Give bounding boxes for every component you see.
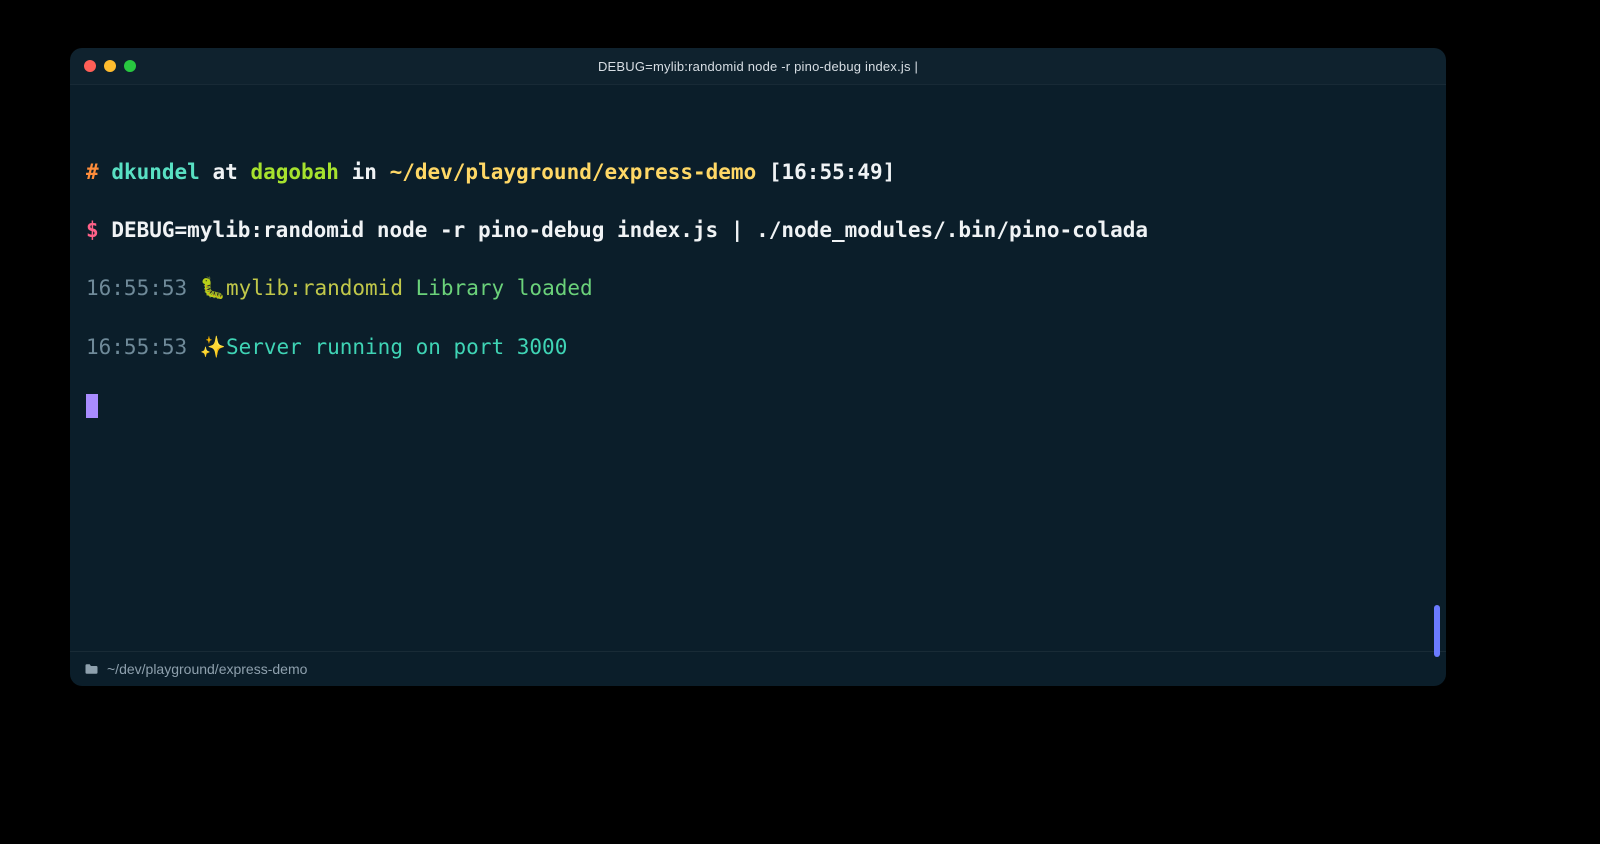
log-message: Server running on port 3000 — [226, 335, 567, 359]
prompt-dollar: $ — [86, 218, 99, 242]
prompt-host: dagobah — [250, 160, 339, 184]
terminal-body[interactable]: # dkundel at dagobah in ~/dev/playground… — [70, 85, 1446, 651]
log-line: 16:55:53 🐛mylib:randomid Library loaded — [86, 274, 1430, 304]
prompt-time: [16:55:49] — [769, 160, 895, 184]
close-icon[interactable] — [84, 60, 96, 72]
log-timestamp: 16:55:53 — [86, 276, 187, 300]
scrollbar-thumb[interactable] — [1434, 605, 1440, 657]
prompt-path: ~/dev/playground/express-demo — [390, 160, 757, 184]
folder-icon — [84, 663, 99, 675]
cursor[interactable] — [86, 394, 98, 418]
window-title: DEBUG=mylib:randomid node -r pino-debug … — [70, 59, 1446, 74]
prompt-in: in — [352, 160, 377, 184]
log-tag: mylib:randomid — [226, 276, 403, 300]
prompt-hash: # — [86, 160, 99, 184]
prompt-at: at — [212, 160, 237, 184]
traffic-lights — [70, 60, 136, 72]
log-timestamp: 16:55:53 — [86, 335, 187, 359]
log-line: 16:55:53 ✨Server running on port 3000 — [86, 333, 1430, 363]
statusbar: ~/dev/playground/express-demo — [70, 651, 1446, 686]
titlebar[interactable]: DEBUG=mylib:randomid node -r pino-debug … — [70, 48, 1446, 85]
prompt-user: dkundel — [111, 160, 200, 184]
terminal-window: DEBUG=mylib:randomid node -r pino-debug … — [70, 48, 1446, 686]
statusbar-cwd: ~/dev/playground/express-demo — [107, 661, 307, 677]
bug-icon: 🐛 — [200, 277, 226, 301]
cursor-line — [86, 392, 1430, 421]
sparkles-icon: ✨ — [200, 336, 226, 360]
prompt-line-2: $ DEBUG=mylib:randomid node -r pino-debu… — [86, 216, 1430, 245]
minimize-icon[interactable] — [104, 60, 116, 72]
zoom-icon[interactable] — [124, 60, 136, 72]
prompt-line-1: # dkundel at dagobah in ~/dev/playground… — [86, 158, 1430, 187]
command-text: DEBUG=mylib:randomid node -r pino-debug … — [111, 218, 1148, 242]
log-message: Library loaded — [416, 276, 593, 300]
